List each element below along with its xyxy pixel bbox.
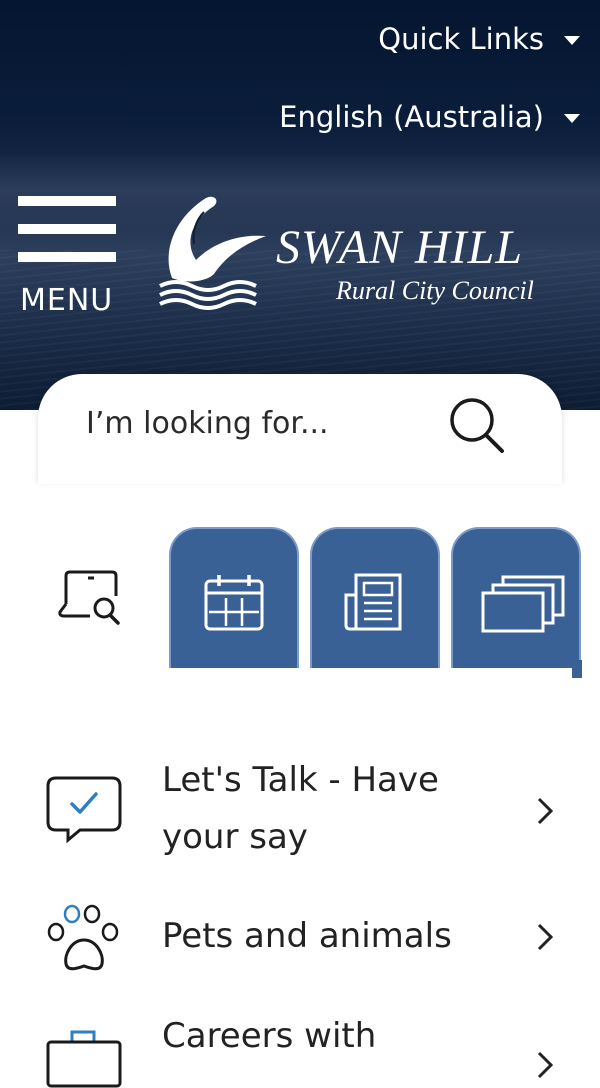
council-logo[interactable]: SWAN HILL Rural City Council xyxy=(156,190,576,310)
language-label: English (Australia) xyxy=(279,100,544,134)
quick-links-label: Quick Links xyxy=(378,22,544,56)
logo-subtitle: Rural City Council xyxy=(336,276,534,305)
briefcase-icon xyxy=(46,1030,122,1088)
tab-news[interactable] xyxy=(310,527,440,668)
list-item-pets[interactable]: Pets and animals xyxy=(0,900,600,980)
stacked-windows-icon xyxy=(481,575,565,633)
tab-gallery[interactable] xyxy=(451,527,581,668)
search-input[interactable] xyxy=(86,398,426,448)
tab-edge xyxy=(572,660,582,678)
list-item-label: Let's Talk - Have your say xyxy=(162,760,439,857)
menu-button[interactable]: MENU xyxy=(18,196,118,321)
caret-down-icon xyxy=(564,35,580,45)
language-selector[interactable]: English (Australia) xyxy=(279,100,580,134)
list-item-careers[interactable]: Careers with xyxy=(0,1006,600,1088)
tab-events[interactable] xyxy=(169,527,299,668)
paw-icon xyxy=(47,904,119,971)
search-button[interactable] xyxy=(442,388,512,458)
chat-check-icon xyxy=(46,776,122,844)
list-item-label: Careers with xyxy=(162,1016,377,1056)
menu-label: MENU xyxy=(20,283,114,318)
calendar-icon xyxy=(204,575,264,631)
laptop-search-icon xyxy=(58,570,120,625)
tab-search-services[interactable] xyxy=(56,566,126,636)
logo-title: SWAN HILL xyxy=(276,221,524,274)
chevron-right-icon xyxy=(537,923,554,951)
chevron-right-icon xyxy=(537,797,554,825)
hamburger-icon xyxy=(18,196,116,206)
list-item-lets-talk[interactable]: Let's Talk - Have your say xyxy=(0,752,600,872)
search-icon xyxy=(450,398,504,453)
chevron-right-icon xyxy=(537,1051,554,1079)
hamburger-bar xyxy=(18,252,116,262)
search-bar xyxy=(38,374,562,484)
caret-down-icon xyxy=(564,113,580,123)
quick-links-dropdown[interactable]: Quick Links xyxy=(378,22,580,56)
list-item-label: Pets and animals xyxy=(162,916,452,956)
swan-icon xyxy=(159,196,266,310)
newspaper-icon xyxy=(344,573,402,631)
hamburger-bar xyxy=(18,224,116,234)
